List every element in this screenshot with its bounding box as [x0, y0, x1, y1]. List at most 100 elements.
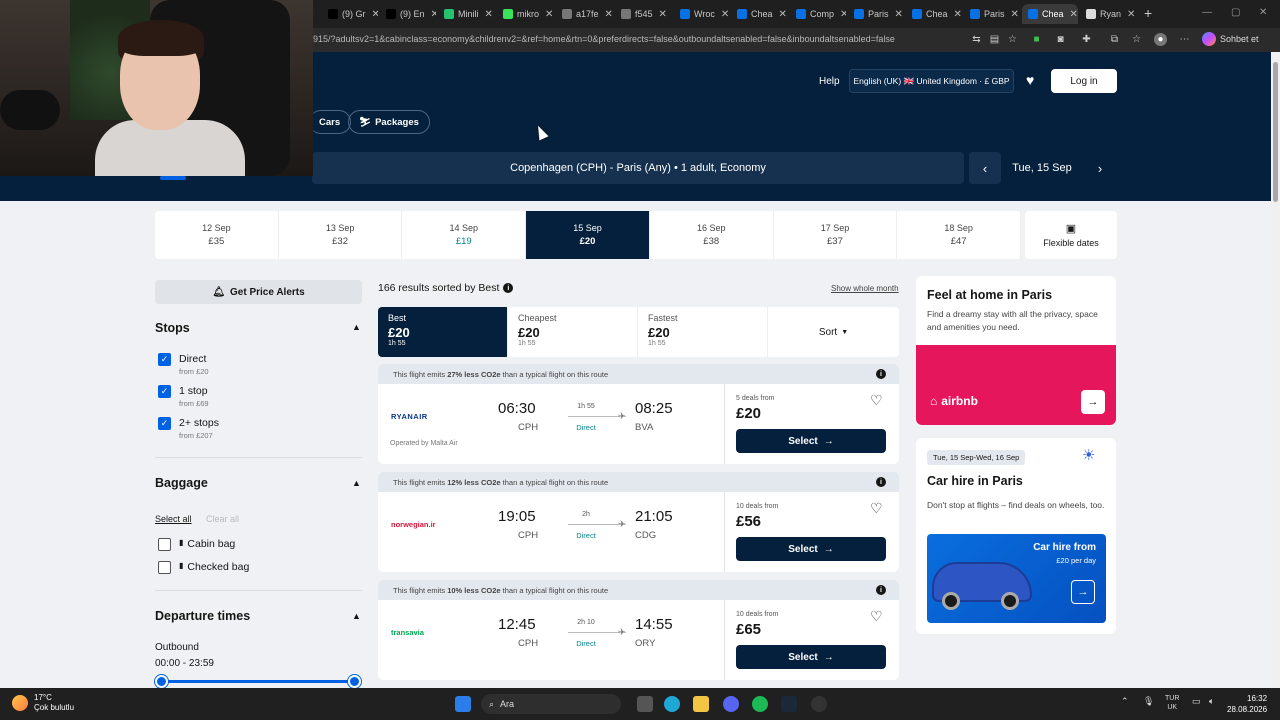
info-icon[interactable]: i: [503, 283, 514, 293]
weather-widget[interactable]: 17°C Çok bulutlu: [12, 693, 74, 713]
new-tab-button[interactable]: +: [1144, 5, 1152, 21]
date-option[interactable]: 12 Sep £35: [155, 211, 279, 259]
collapse-departure-icon[interactable]: ▲: [352, 611, 361, 621]
url-field[interactable]: 915/?adultsv2=1&cabinclass=economy&child…: [313, 34, 895, 44]
locale-button[interactable]: English (UK) 🇬🇧 United Kingdom · £ GBP: [849, 69, 1014, 93]
price-alerts-button[interactable]: 🔔︎ Get Price Alerts: [155, 280, 362, 304]
favorite-star-icon[interactable]: ☆: [1006, 33, 1019, 46]
date-option[interactable]: 18 Sep £47: [897, 211, 1022, 259]
reader-icon[interactable]: ▤: [988, 33, 1001, 46]
checkbox[interactable]: [158, 561, 171, 574]
category-cars[interactable]: Cars: [309, 110, 352, 134]
browser-tab[interactable]: Comp ✕: [790, 4, 846, 24]
close-tab-icon[interactable]: ✕: [659, 9, 667, 20]
browser-tab[interactable]: Chea ✕: [1022, 4, 1078, 24]
car-hire-ad[interactable]: Tue, 15 Sep-Wed, 16 Sep ☀ Car hire in Pa…: [916, 438, 1116, 634]
date-option[interactable]: 14 Sep £19: [402, 211, 527, 259]
prev-date-button[interactable]: ‹: [969, 152, 1001, 184]
task-view-icon[interactable]: [637, 696, 653, 712]
close-tab-icon[interactable]: ✕: [545, 9, 553, 20]
sort-dropdown[interactable]: Sort ▼: [768, 307, 899, 357]
extension-icon[interactable]: ■: [1030, 33, 1043, 46]
close-tab-icon[interactable]: ✕: [779, 9, 787, 20]
taskbar-search[interactable]: ⌕ Ara: [481, 694, 621, 714]
edge-browser-icon[interactable]: [664, 696, 680, 712]
browser-tab[interactable]: (9) Gr ✕: [322, 4, 378, 24]
baggage-option[interactable]: ▮ Checked bag: [158, 561, 249, 574]
select-button[interactable]: Select →: [736, 429, 886, 453]
close-tab-icon[interactable]: ✕: [1070, 9, 1078, 20]
info-icon[interactable]: i: [876, 369, 886, 379]
checkbox[interactable]: [158, 538, 171, 551]
browser-tab[interactable]: f545 ✕: [615, 4, 671, 24]
close-tab-icon[interactable]: ✕: [485, 9, 493, 20]
close-tab-icon[interactable]: ✕: [431, 9, 436, 20]
collections-icon[interactable]: ☆: [1130, 33, 1143, 46]
close-tab-icon[interactable]: ✕: [895, 9, 903, 20]
close-tab-icon[interactable]: ✕: [1011, 9, 1019, 20]
stops-option[interactable]: ✓ 1 stop from £69: [158, 385, 209, 408]
save-heart-icon[interactable]: ♡: [870, 392, 883, 409]
start-windows-icon[interactable]: [455, 696, 471, 712]
copilot-chat-button[interactable]: Sohbet et: [1202, 32, 1259, 46]
browser-tab[interactable]: Chea ✕: [906, 4, 962, 24]
browser-tab[interactable]: Ryan ✕: [1080, 4, 1136, 24]
file-explorer-icon[interactable]: [693, 696, 709, 712]
sort-tab-fastest[interactable]: Fastest £20 1h 55: [638, 307, 768, 357]
flight-card[interactable]: This flight emits 12% less CO2e than a t…: [378, 472, 899, 572]
profile-avatar-icon[interactable]: ●: [1154, 33, 1167, 46]
browser-tab[interactable]: mikro ✕: [497, 4, 553, 24]
split-screen-icon[interactable]: ⧉: [1108, 33, 1121, 46]
spotify-icon[interactable]: [752, 696, 768, 712]
save-heart-icon[interactable]: ♡: [870, 500, 883, 517]
scrollbar-thumb[interactable]: [1273, 62, 1278, 202]
checkbox[interactable]: ✓: [158, 385, 171, 398]
date-option[interactable]: 16 Sep £38: [650, 211, 774, 259]
collapse-baggage-icon[interactable]: ▲: [352, 478, 361, 488]
close-tab-icon[interactable]: ✕: [840, 9, 846, 20]
translate-icon[interactable]: ⇆: [970, 33, 983, 46]
steam-icon[interactable]: [781, 696, 797, 712]
stops-option[interactable]: ✓ Direct from £20: [158, 353, 209, 376]
save-heart-icon[interactable]: ♡: [870, 608, 883, 625]
sort-tab-cheapest[interactable]: Cheapest £20 1h 55: [508, 307, 638, 357]
date-option[interactable]: 17 Sep £37: [774, 211, 898, 259]
date-option[interactable]: 13 Sep £32: [279, 211, 403, 259]
browser-tab[interactable]: Wroc ✕: [674, 4, 730, 24]
system-clock[interactable]: 16:32 28.08.2026: [1227, 693, 1267, 715]
browser-tab[interactable]: Minili ✕: [438, 4, 494, 24]
extensions-puzzle-icon[interactable]: ✚: [1080, 33, 1093, 46]
volume-icon[interactable]: 🔈︎: [1209, 696, 1214, 707]
next-date-button[interactable]: ›: [1084, 152, 1116, 184]
mic-icon[interactable]: 🎙︎: [1143, 696, 1154, 707]
discord-icon[interactable]: [723, 696, 739, 712]
page-scrollbar[interactable]: [1271, 52, 1280, 688]
language-indicator[interactable]: TUR UK: [1165, 694, 1179, 712]
network-icon[interactable]: ▭: [1192, 696, 1201, 707]
search-summary-bar[interactable]: Copenhagen (CPH) - Paris (Any) • 1 adult…: [312, 152, 964, 184]
flight-card[interactable]: This flight emits 27% less CO2e than a t…: [378, 364, 899, 464]
show-whole-month-link[interactable]: Show whole month: [831, 284, 899, 293]
checkbox[interactable]: ✓: [158, 417, 171, 430]
browser-tab[interactable]: (9) En ✕: [380, 4, 436, 24]
flight-card[interactable]: This flight emits 10% less CO2e than a t…: [378, 580, 899, 680]
help-link[interactable]: Help: [819, 76, 840, 87]
close-tab-icon[interactable]: ✕: [721, 9, 729, 20]
extension-shield-icon[interactable]: ◙: [1054, 33, 1067, 46]
close-tab-icon[interactable]: ✕: [605, 9, 612, 20]
airbnb-ad[interactable]: Feel at home in Paris Find a dreamy stay…: [916, 276, 1116, 425]
maximize-icon[interactable]: ▢: [1231, 7, 1240, 18]
login-button[interactable]: Log in: [1051, 69, 1117, 93]
sort-tab-best[interactable]: Best £20 1h 55: [378, 307, 508, 357]
date-option[interactable]: 15 Sep £20: [526, 211, 650, 259]
baggage-option[interactable]: ▮ Cabin bag: [158, 538, 235, 551]
app-icon[interactable]: [811, 696, 827, 712]
select-button[interactable]: Select →: [736, 537, 886, 561]
close-tab-icon[interactable]: ✕: [1127, 9, 1135, 20]
car-hire-arrow-button[interactable]: →: [1071, 580, 1095, 604]
close-tab-icon[interactable]: ✕: [372, 9, 379, 20]
more-menu-icon[interactable]: ⋯: [1178, 33, 1191, 46]
minimize-icon[interactable]: —: [1202, 7, 1212, 18]
stops-option[interactable]: ✓ 2+ stops from £207: [158, 417, 219, 440]
info-icon[interactable]: i: [876, 585, 886, 595]
